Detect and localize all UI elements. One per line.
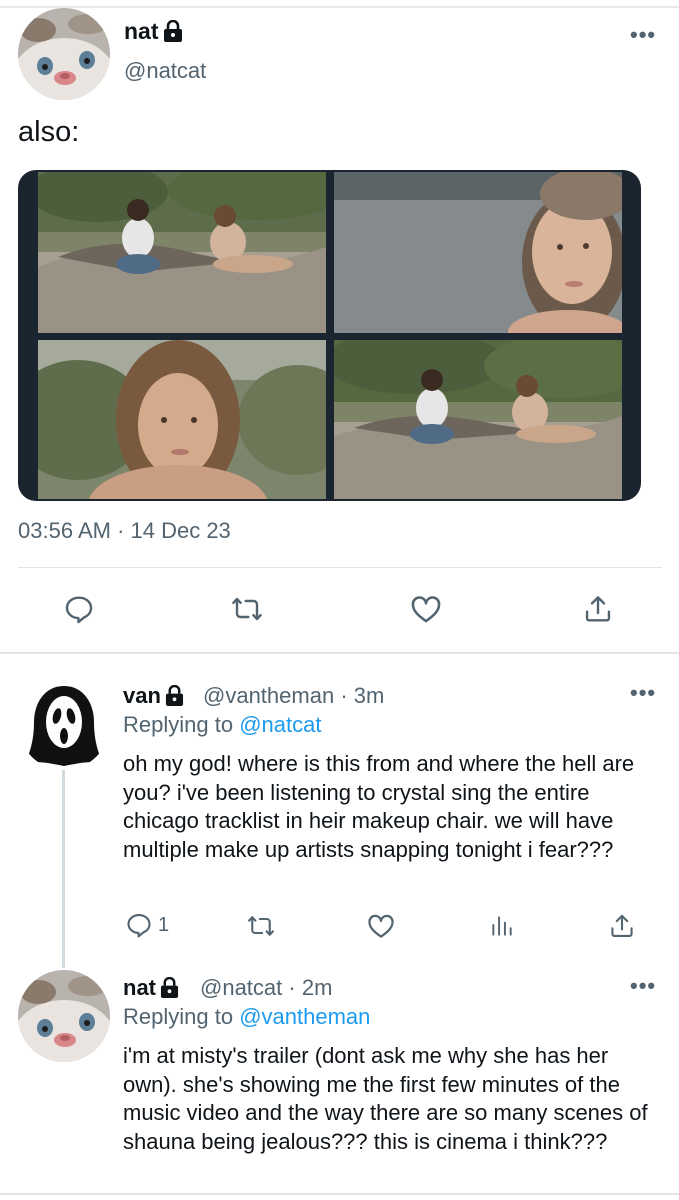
reply-icon — [127, 914, 151, 938]
share-button[interactable] — [582, 592, 614, 626]
author-handle[interactable]: @natcat — [200, 975, 282, 1000]
retweet-icon — [232, 597, 262, 621]
divider — [0, 1193, 679, 1195]
media-image-4[interactable] — [334, 340, 622, 499]
analytics-icon — [492, 916, 512, 936]
analytics-button[interactable] — [489, 912, 515, 940]
tweet-timestamp[interactable]: 03:56 AM · 14 Dec 23 — [18, 518, 231, 544]
reply-count: 1 — [158, 913, 170, 936]
like-button[interactable] — [366, 911, 396, 941]
author-name[interactable]: nat — [123, 975, 179, 1004]
retweet-icon — [248, 916, 274, 936]
like-icon — [368, 914, 394, 938]
reply-text: oh my god! where is this from and where … — [123, 751, 635, 862]
reply-button[interactable]: 1 — [125, 911, 169, 939]
retweet-button[interactable] — [230, 593, 264, 625]
media-image-2[interactable] — [334, 172, 622, 333]
reply-button[interactable] — [63, 593, 95, 625]
reply-icon — [65, 596, 93, 624]
replying-to: Replying to @vantheman — [123, 1004, 371, 1029]
like-icon — [411, 596, 441, 623]
author-name[interactable]: nat — [124, 18, 183, 48]
lock-icon — [160, 976, 179, 1004]
media-image-1[interactable] — [38, 172, 326, 333]
reply-time: · 3m — [340, 683, 385, 708]
more-options-icon[interactable]: ••• — [630, 973, 656, 999]
more-options-icon[interactable]: ••• — [630, 22, 656, 48]
author-handle[interactable]: @natcat — [124, 58, 206, 84]
mention-link[interactable]: @natcat — [239, 712, 321, 737]
divider — [0, 652, 679, 654]
divider — [18, 567, 662, 568]
thread-line — [62, 770, 65, 968]
author-handle-time[interactable]: @natcat · 2m — [200, 975, 332, 1001]
share-button[interactable] — [608, 911, 636, 941]
like-button[interactable] — [409, 592, 443, 626]
author-name[interactable]: van — [123, 683, 184, 712]
avatar[interactable] — [18, 970, 110, 1062]
lock-icon — [163, 19, 183, 48]
more-options-icon[interactable]: ••• — [630, 680, 656, 706]
top-divider — [0, 6, 679, 8]
replying-to: Replying to @natcat — [123, 712, 322, 737]
media-image-3[interactable] — [38, 340, 326, 499]
author-handle-time[interactable]: @vantheman · 3m — [203, 683, 384, 709]
tweet-text: also: — [18, 116, 80, 148]
avatar[interactable] — [18, 8, 110, 100]
media-grid[interactable] — [18, 170, 641, 501]
reply-time: · 2m — [288, 975, 333, 1000]
reply-text: i'm at misty's trailer (dont ask me why … — [123, 1043, 648, 1154]
mention-link[interactable]: @vantheman — [239, 1004, 370, 1029]
retweet-button[interactable] — [246, 912, 276, 940]
share-icon — [585, 596, 611, 622]
lock-icon — [165, 684, 184, 712]
avatar[interactable] — [18, 678, 110, 770]
author-handle[interactable]: @vantheman — [203, 683, 334, 708]
share-icon — [611, 914, 633, 937]
